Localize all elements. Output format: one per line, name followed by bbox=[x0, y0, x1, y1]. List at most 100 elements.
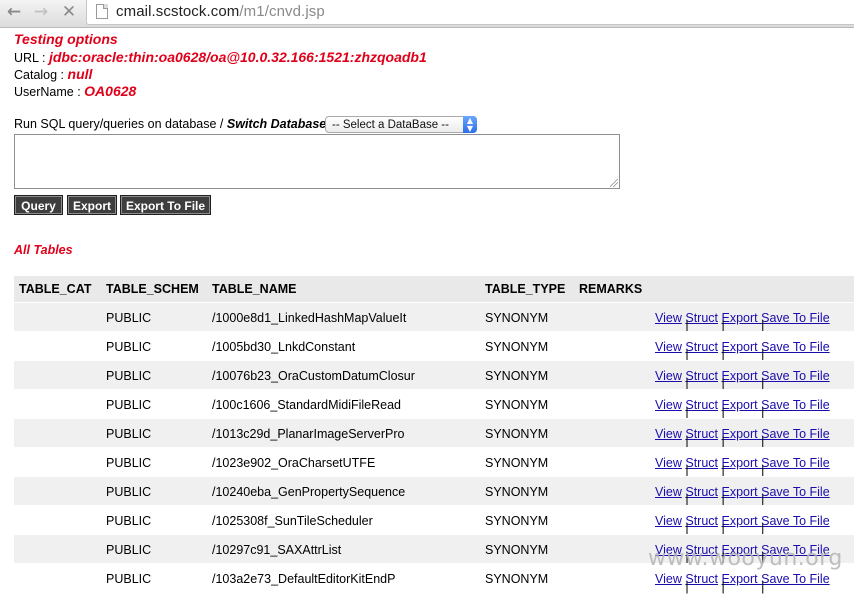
export-to-file-button[interactable]: Export To File bbox=[120, 195, 211, 215]
cell-table-name: /103a2e73_DefaultEditorKitEndP bbox=[212, 572, 396, 586]
run-sql-label: Run SQL query/queries on database / bbox=[14, 117, 224, 131]
table-row: PUBLIC /100c1606_StandardMidiFileRead SY… bbox=[14, 389, 854, 420]
row-actions: View | Struct | Export | Save To File bbox=[655, 427, 830, 449]
cell-table-type: SYNONYM bbox=[485, 572, 549, 586]
struct-link[interactable]: Struct bbox=[685, 456, 718, 470]
view-link[interactable]: View bbox=[655, 514, 682, 528]
struct-link[interactable]: Struct bbox=[685, 514, 718, 528]
view-link[interactable]: View bbox=[655, 398, 682, 412]
export-link[interactable]: Export bbox=[722, 514, 762, 528]
export-link[interactable]: Export bbox=[722, 572, 762, 586]
cell-table-schem: PUBLIC bbox=[106, 398, 152, 412]
database-select[interactable]: -- Select a DataBase -- ▲ ▼ bbox=[325, 116, 477, 133]
table-header: TABLE_CAT TABLE_SCHEM TABLE_NAME TABLE_T… bbox=[14, 276, 854, 302]
cell-table-name: /1000e8d1_LinkedHashMapValueIt bbox=[212, 311, 407, 325]
table-row: PUBLIC /1025308f_SunTileScheduler SYNONY… bbox=[14, 505, 854, 536]
struct-link[interactable]: Struct bbox=[685, 398, 718, 412]
save-to-file-link[interactable]: Save To File bbox=[761, 485, 830, 499]
cell-table-name: /1025308f_SunTileScheduler bbox=[212, 514, 373, 528]
column-header-remarks: REMARKS bbox=[579, 282, 643, 296]
cell-table-schem: PUBLIC bbox=[106, 427, 152, 441]
column-header-table-cat: TABLE_CAT bbox=[19, 282, 92, 296]
save-to-file-link[interactable]: Save To File bbox=[761, 456, 830, 470]
catalog-label: Catalog : bbox=[14, 68, 65, 82]
watermark-text: www.wooyun.org bbox=[648, 546, 843, 571]
table-row: PUBLIC /1013c29d_PlanarImageServerPro SY… bbox=[14, 418, 854, 449]
column-header-table-schem: TABLE_SCHEM bbox=[106, 282, 199, 296]
export-link[interactable]: Export bbox=[722, 340, 762, 354]
view-link[interactable]: View bbox=[655, 340, 682, 354]
cell-table-type: SYNONYM bbox=[485, 456, 549, 470]
browser-toolbar: ← → ✕ cmail.scstock.com/m1/cnvd.jsp bbox=[0, 0, 854, 28]
view-link[interactable]: View bbox=[655, 311, 682, 325]
table-row: PUBLIC /1005bd30_LnkdConstant SYNONYM Vi… bbox=[14, 331, 854, 362]
back-arrow-icon[interactable]: ← bbox=[3, 2, 25, 22]
username-label: UserName : bbox=[14, 85, 81, 99]
address-bar[interactable]: cmail.scstock.com/m1/cnvd.jsp bbox=[86, 0, 854, 25]
select-updown-icon: ▲ ▼ bbox=[463, 116, 477, 133]
resize-grip-icon[interactable] bbox=[610, 179, 618, 187]
save-to-file-link[interactable]: Save To File bbox=[761, 369, 830, 383]
view-link[interactable]: View bbox=[655, 427, 682, 441]
row-actions: View | Struct | Export | Save To File bbox=[655, 456, 830, 478]
cell-table-schem: PUBLIC bbox=[106, 456, 152, 470]
username-value: OA0628 bbox=[84, 83, 137, 99]
cell-table-name: /1023e902_OraCharsetUTFE bbox=[212, 456, 376, 470]
export-link[interactable]: Export bbox=[722, 311, 762, 325]
switch-database-label: Switch Database : bbox=[226, 117, 334, 131]
cell-table-schem: PUBLIC bbox=[106, 514, 152, 528]
save-to-file-link[interactable]: Save To File bbox=[761, 514, 830, 528]
row-actions: View | Struct | Export | Save To File bbox=[655, 369, 830, 391]
struct-link[interactable]: Struct bbox=[685, 485, 718, 499]
cell-table-type: SYNONYM bbox=[485, 427, 549, 441]
export-link[interactable]: Export bbox=[722, 456, 762, 470]
url-info-line: URL : jdbc:oracle:thin:oa0628/oa@10.0.32… bbox=[14, 49, 427, 65]
struct-link[interactable]: Struct bbox=[685, 427, 718, 441]
url-path: /m1/cnvd.jsp bbox=[239, 3, 325, 20]
forward-arrow-icon[interactable]: → bbox=[30, 2, 52, 22]
cell-table-schem: PUBLIC bbox=[106, 543, 152, 557]
export-link[interactable]: Export bbox=[722, 427, 762, 441]
struct-link[interactable]: Struct bbox=[685, 572, 718, 586]
cell-table-schem: PUBLIC bbox=[106, 485, 152, 499]
cell-table-name: /1005bd30_LnkdConstant bbox=[212, 340, 356, 354]
table-row: PUBLIC /1000e8d1_LinkedHashMapValueIt SY… bbox=[14, 302, 854, 333]
save-to-file-link[interactable]: Save To File bbox=[761, 427, 830, 441]
stop-icon[interactable]: ✕ bbox=[58, 2, 80, 22]
view-link[interactable]: View bbox=[655, 572, 682, 586]
view-link[interactable]: View bbox=[655, 485, 682, 499]
cell-table-type: SYNONYM bbox=[485, 340, 549, 354]
catalog-value: null bbox=[67, 66, 93, 82]
export-link[interactable]: Export bbox=[722, 398, 762, 412]
struct-link[interactable]: Struct bbox=[685, 369, 718, 383]
table-row: PUBLIC /10076b23_OraCustomDatumClosur SY… bbox=[14, 360, 854, 391]
view-link[interactable]: View bbox=[655, 369, 682, 383]
cell-table-schem: PUBLIC bbox=[106, 572, 152, 586]
url-host: cmail.scstock.com bbox=[116, 3, 240, 20]
struct-link[interactable]: Struct bbox=[685, 340, 718, 354]
table-row: PUBLIC /10240eba_GenPropertySequence SYN… bbox=[14, 476, 854, 507]
export-button[interactable]: Export bbox=[67, 195, 117, 215]
database-select-value: -- Select a DataBase -- bbox=[332, 119, 449, 131]
cell-table-type: SYNONYM bbox=[485, 398, 549, 412]
cell-table-type: SYNONYM bbox=[485, 485, 549, 499]
column-header-table-type: TABLE_TYPE bbox=[485, 282, 566, 296]
query-button[interactable]: Query bbox=[14, 195, 63, 215]
save-to-file-link[interactable]: Save To File bbox=[761, 311, 830, 325]
url-value: jdbc:oracle:thin:oa0628/oa@10.0.32.166:1… bbox=[48, 49, 427, 65]
save-to-file-link[interactable]: Save To File bbox=[761, 340, 830, 354]
cell-table-type: SYNONYM bbox=[485, 543, 549, 557]
struct-link[interactable]: Struct bbox=[685, 311, 718, 325]
url-text[interactable]: cmail.scstock.com/m1/cnvd.jsp bbox=[116, 3, 325, 20]
sql-textarea[interactable] bbox=[14, 134, 620, 189]
save-to-file-link[interactable]: Save To File bbox=[761, 572, 830, 586]
row-actions: View | Struct | Export | Save To File bbox=[655, 485, 830, 507]
cell-table-name: /10240eba_GenPropertySequence bbox=[212, 485, 406, 499]
username-info-line: UserName : OA0628 bbox=[14, 83, 136, 99]
export-link[interactable]: Export bbox=[722, 485, 762, 499]
export-link[interactable]: Export bbox=[722, 369, 762, 383]
page-icon bbox=[96, 4, 108, 19]
cell-table-schem: PUBLIC bbox=[106, 311, 152, 325]
save-to-file-link[interactable]: Save To File bbox=[761, 398, 830, 412]
view-link[interactable]: View bbox=[655, 456, 682, 470]
